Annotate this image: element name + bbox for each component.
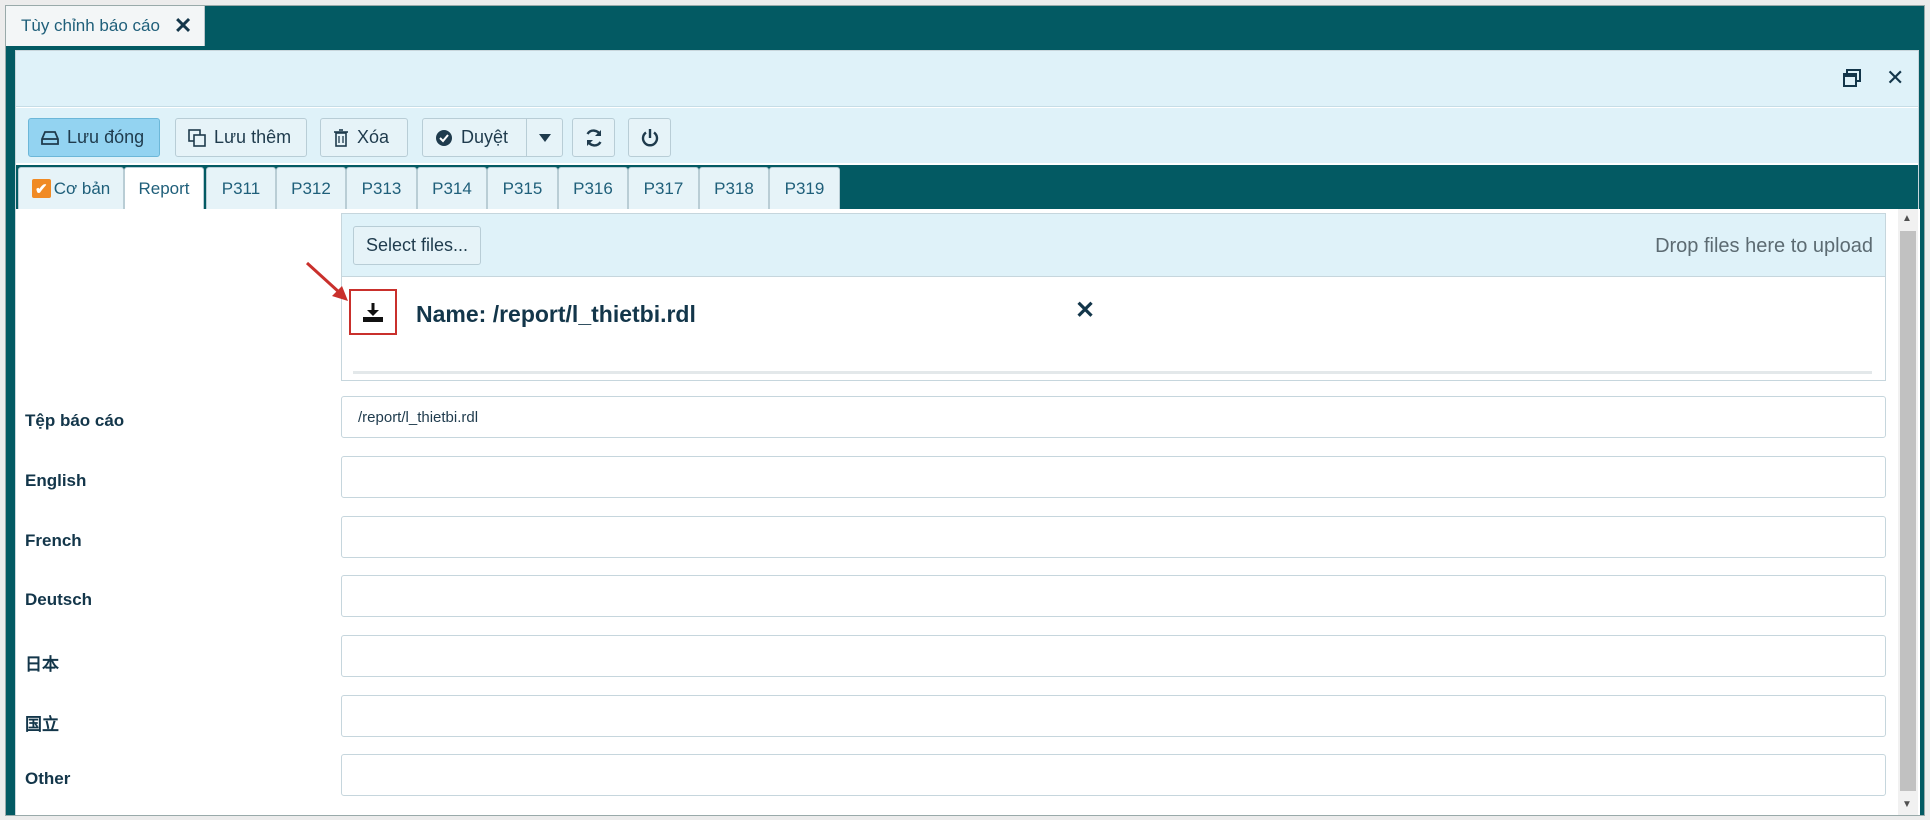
tab-p315[interactable]: P315 <box>487 167 558 209</box>
caret-down-icon <box>538 133 551 142</box>
other-field[interactable] <box>341 754 1886 796</box>
toolbar: Lưu đóng Lưu thêm Xóa Duyệt <box>16 108 1918 163</box>
tab-label: P314 <box>432 178 472 198</box>
tab-p311[interactable]: P311 <box>206 167 276 209</box>
save-close-button[interactable]: Lưu đóng <box>28 118 160 157</box>
power-icon <box>641 128 658 146</box>
tab-label: Cơ bản <box>53 178 111 198</box>
tab-label: P317 <box>643 178 684 198</box>
report-tab-content: Select files... Drop files here to uploa… <box>16 209 1920 815</box>
field-label-other: Other <box>25 769 71 788</box>
report-file-field[interactable] <box>341 396 1886 438</box>
delete-label: Xóa <box>357 127 390 147</box>
report-window: ✕ Lưu đóng Lưu thêm Xóa Duyệt ✔ Cơ bản R… <box>15 50 1920 815</box>
field-label-japanese: 日本 <box>25 655 59 674</box>
checkbox-checked-icon[interactable]: ✔ <box>31 179 51 198</box>
power-button[interactable] <box>628 118 671 157</box>
field-label-guoli: 国立 <box>25 715 59 734</box>
refresh-icon <box>585 128 602 147</box>
restore-window-icon[interactable] <box>1842 68 1862 94</box>
close-icon[interactable]: ✕ <box>1075 296 1095 325</box>
close-icon[interactable]: ✕ <box>174 13 192 39</box>
tab-p316[interactable]: P316 <box>558 167 628 209</box>
approve-button[interactable]: Duyệt <box>422 118 527 157</box>
trash-icon <box>334 128 348 147</box>
select-files-button[interactable]: Select files... <box>353 226 482 265</box>
save-more-label: Lưu thêm <box>214 127 292 147</box>
upload-progress-bar <box>353 371 1872 374</box>
uploaded-file-name: Name: /report/l_thietbi.rdl <box>416 301 696 327</box>
app-frame: Tùy chỉnh báo cáo ✕ ✕ Lưu đóng Lưu thêm … <box>5 5 1925 816</box>
field-label-french: French <box>25 531 82 550</box>
delete-button[interactable]: Xóa <box>320 118 408 157</box>
field-label-deutsch: Deutsch <box>25 590 93 609</box>
deutsch-field[interactable] <box>341 575 1886 617</box>
field-label-english: English <box>25 471 87 490</box>
tab-report[interactable]: Report <box>124 167 204 210</box>
vertical-scrollbar[interactable]: ▲ ▼ <box>1898 209 1918 815</box>
tab-p312[interactable]: P312 <box>276 167 346 209</box>
field-label-report-file: Tệp báo cáo <box>25 411 125 430</box>
window-title-bar: ✕ <box>16 51 1918 107</box>
tab-p319[interactable]: P319 <box>769 167 840 209</box>
scrollbar-thumb[interactable] <box>1900 231 1916 791</box>
tab-label: P316 <box>573 178 613 198</box>
close-icon[interactable]: ✕ <box>1886 65 1904 91</box>
tab-p313[interactable]: P313 <box>346 167 417 209</box>
japanese-field[interactable] <box>341 635 1886 677</box>
tab-label: P319 <box>784 178 825 198</box>
french-field[interactable] <box>341 516 1886 558</box>
approve-label: Duyệt <box>461 127 509 147</box>
document-tab-label: Tùy chỉnh báo cáo <box>21 16 160 35</box>
drop-hint: Drop files here to upload <box>1655 235 1873 257</box>
tab-label: Report <box>138 179 190 198</box>
drive-icon <box>41 130 59 145</box>
guoli-field[interactable] <box>341 695 1886 737</box>
tab-label: P315 <box>502 178 543 198</box>
document-tab[interactable]: Tùy chỉnh báo cáo ✕ <box>6 6 205 46</box>
annotation-arrow-icon <box>305 261 348 301</box>
tab-label: P318 <box>714 178 754 198</box>
approve-dropdown-button[interactable] <box>526 118 563 157</box>
tab-label: P311 <box>221 178 261 198</box>
tab-strip: ✔ Cơ bản Report P311 P312 P313 P314 P315… <box>16 165 1918 210</box>
copy-icon <box>188 128 206 147</box>
upload-dropzone[interactable]: Select files... Drop files here to uploa… <box>342 214 1885 277</box>
tab-label: P312 <box>291 178 331 198</box>
check-circle-icon <box>436 129 452 146</box>
english-field[interactable] <box>341 456 1886 498</box>
refresh-button[interactable] <box>572 118 615 157</box>
tab-label: P313 <box>361 178 402 198</box>
save-more-button[interactable]: Lưu thêm <box>175 118 307 157</box>
tab-p314[interactable]: P314 <box>417 167 487 209</box>
download-icon[interactable] <box>349 289 397 335</box>
file-upload[interactable]: Select files... Drop files here to uploa… <box>341 213 1886 381</box>
scroll-down-icon[interactable]: ▼ <box>1902 799 1912 810</box>
tab-p318[interactable]: P318 <box>699 167 769 209</box>
select-files-label: Select files... <box>366 235 469 255</box>
scroll-up-icon[interactable]: ▲ <box>1902 213 1912 224</box>
save-close-label: Lưu đóng <box>67 127 145 147</box>
tab-co-ban[interactable]: ✔ Cơ bản <box>18 167 124 209</box>
tab-p317[interactable]: P317 <box>628 167 699 209</box>
